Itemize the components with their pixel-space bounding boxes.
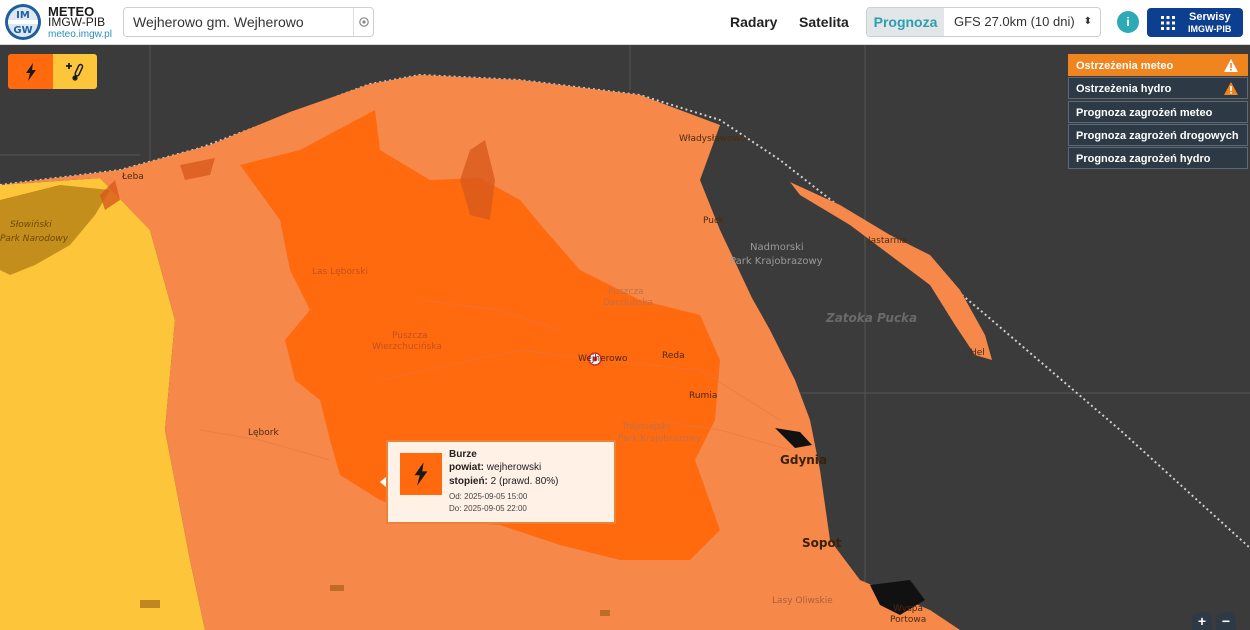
nav-radary[interactable]: Radary — [730, 14, 777, 30]
label-puck: Puck — [703, 216, 725, 226]
popup-powiat-value: wejherowski — [486, 462, 542, 473]
serwisy-label: Serwisy — [1189, 11, 1231, 23]
warnings-menu: Ostrzeżenia meteo Ostrzeżenia hydro Prog… — [1068, 54, 1248, 170]
popup-from: Od: 2025-09-05 15:00 — [449, 492, 528, 501]
search-input[interactable] — [133, 8, 353, 36]
tab-prognoza[interactable]: Prognoza — [867, 8, 944, 36]
label-wyspa-2: Portowa — [890, 615, 927, 625]
label-hel: Hel — [970, 348, 985, 358]
crosshair-icon — [358, 17, 369, 27]
serwisy-button[interactable]: Serwisy IMGW-PIB — [1147, 8, 1243, 37]
label-nadmorski-2: Park Krajobrazowy — [730, 256, 823, 267]
label-slowinski-1: Słowiński — [10, 220, 52, 230]
imgw-logo[interactable]: IM GW — [4, 3, 42, 41]
zoom-out-button[interactable]: − — [1216, 612, 1236, 630]
model-select-value: GFS 27.0km (10 dni) — [954, 14, 1075, 29]
popup-stopien-label: stopień: — [449, 476, 488, 487]
label-lasy-oliwskie: Lasy Oliwskie — [772, 596, 833, 606]
label-zatoka-pucka: Zatoka Pucka — [826, 311, 918, 325]
label-reda: Reda — [662, 351, 685, 361]
label-puszcza-2: Darżlubska — [603, 298, 654, 308]
prognoza-control: Prognoza GFS 27.0km (10 dni) ⬍ — [866, 7, 1101, 37]
label-wyspa-1: Wyspa — [893, 604, 923, 614]
label-trojmiejski-2: Park Krajobrazowy — [618, 434, 702, 444]
menu-label: Prognoza zagrożeń drogowych — [1076, 130, 1239, 142]
label-las-leborski: Las Lęborski — [312, 267, 368, 277]
model-select[interactable]: GFS 27.0km (10 dni) ⬍ — [945, 8, 1100, 36]
label-slowinski-2: Park Narodowy — [0, 234, 69, 244]
svg-text:GW: GW — [13, 25, 32, 36]
popup-stopien: stopień: 2 (prawd. 80%) — [449, 476, 558, 487]
info-icon: i — [1126, 15, 1130, 29]
popup-pointer — [380, 477, 386, 487]
map-canvas[interactable]: Łeba Władysławowo Puck Jastarnia Hel Nad… — [0, 45, 1250, 630]
temperature-filter-button[interactable] — [53, 54, 97, 89]
popup-powiat: powiat: wejherowski — [449, 462, 541, 473]
label-wejherowo: Wejherowo — [578, 354, 628, 364]
label-trojmiejski-1: Trójmiejski — [622, 422, 670, 432]
warning-type-toggle — [8, 54, 97, 89]
lightning-icon — [25, 62, 36, 81]
popup-storm-badge — [400, 453, 442, 495]
select-caret-icon: ⬍ — [1083, 16, 1092, 27]
lightning-icon — [414, 462, 428, 486]
zoom-in-button[interactable]: + — [1192, 612, 1212, 630]
brand-subtitle: IMGW-PIB — [48, 15, 106, 29]
label-puszcza-3: Puszcza — [392, 331, 428, 341]
svg-text:IM: IM — [16, 10, 30, 21]
header-bar: IM GW METEO IMGW-PIB meteo.imgw.pl Radar… — [0, 0, 1250, 45]
label-nadmorski-1: Nadmorski — [750, 242, 804, 253]
menu-prognoza-hydro[interactable]: Prognoza zagrożeń hydro — [1068, 147, 1248, 169]
grid-icon — [1161, 16, 1175, 30]
warning-icon — [1224, 82, 1238, 95]
label-puszcza-1: Puszcza — [608, 287, 644, 297]
brand-url: meteo.imgw.pl — [48, 29, 112, 40]
label-leba: Łeba — [122, 172, 144, 182]
nav-satelita[interactable]: Satelita — [799, 14, 849, 30]
menu-prognoza-drogowych[interactable]: Prognoza zagrożeń drogowych — [1068, 124, 1248, 146]
zoom-controls: + − — [1190, 612, 1240, 630]
warning-popup: Burze powiat: wejherowski stopień: 2 (pr… — [380, 440, 616, 524]
info-button[interactable]: i — [1117, 11, 1139, 33]
warning-icon — [1224, 59, 1238, 72]
popup-to: Do: 2025-09-05 22:00 — [449, 504, 527, 513]
storm-filter-button[interactable] — [8, 54, 53, 89]
locate-button[interactable] — [353, 8, 373, 36]
popup-title: Burze — [449, 449, 477, 460]
menu-label: Prognoza zagrożeń meteo — [1076, 107, 1213, 119]
menu-ostrzezenia-hydro[interactable]: Ostrzeżenia hydro — [1068, 77, 1248, 99]
menu-label: Ostrzeżenia meteo — [1076, 60, 1174, 72]
label-lebork: Lębork — [248, 428, 279, 438]
brand-block[interactable]: METEO IMGW-PIB meteo.imgw.pl — [48, 5, 112, 40]
thermometer-plus-icon — [66, 62, 84, 81]
location-search — [123, 7, 374, 37]
label-puszcza-4: Wierzchucińska — [372, 342, 442, 352]
label-wladyslawowo: Władysławowo — [679, 134, 746, 144]
menu-ostrzezenia-meteo[interactable]: Ostrzeżenia meteo — [1068, 54, 1248, 76]
label-rumia: Rumia — [689, 391, 718, 401]
label-sopot: Sopot — [802, 536, 842, 550]
label-gdynia: Gdynia — [780, 453, 828, 467]
app-window: IM GW METEO IMGW-PIB meteo.imgw.pl Radar… — [0, 0, 1250, 630]
menu-prognoza-meteo[interactable]: Prognoza zagrożeń meteo — [1068, 101, 1248, 123]
popup-powiat-label: powiat: — [449, 462, 484, 473]
warning-map — [0, 45, 1250, 630]
menu-label: Prognoza zagrożeń hydro — [1076, 153, 1211, 165]
label-jastarnia: Jastarnia — [868, 236, 908, 246]
menu-label: Ostrzeżenia hydro — [1076, 83, 1172, 95]
serwisy-sublabel: IMGW-PIB — [1188, 24, 1232, 34]
popup-stopien-value: 2 (prawd. 80%) — [490, 476, 559, 487]
